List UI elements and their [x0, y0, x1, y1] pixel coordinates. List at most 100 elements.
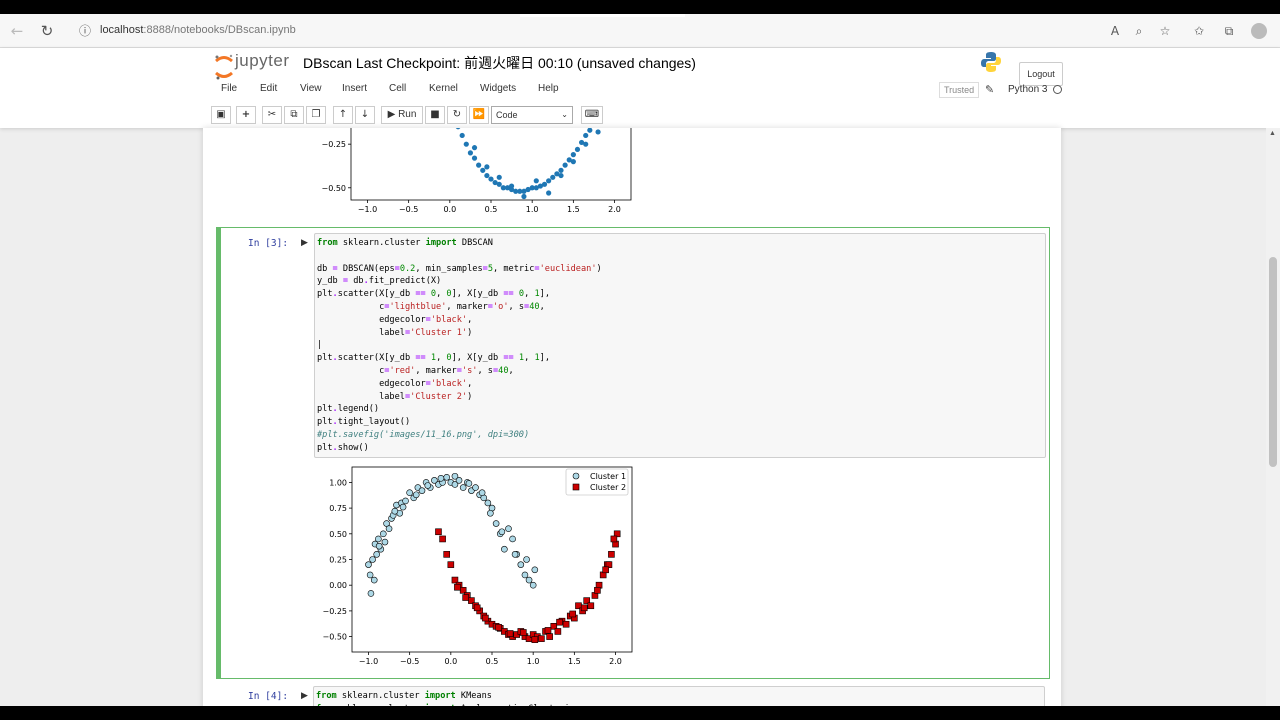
cluster1-point: [459, 484, 467, 491]
data-point: [550, 174, 556, 180]
x-tick-label: −0.5: [399, 205, 418, 214]
x-tick-label: 0.0: [443, 205, 456, 214]
dbscan-output-plot: −1.0 −0.5 0.0 0.5 1.0 1.5 2.0 1.00 0.75 0.50 0.25 0…: [314, 465, 644, 675]
profile-avatar[interactable]: [1251, 23, 1267, 39]
data-point: [476, 162, 482, 168]
data-point: [570, 159, 576, 165]
cluster2-point: [602, 566, 609, 574]
cell4-input[interactable]: from sklearn.cluster import KMeans from …: [313, 686, 1045, 706]
cluster1-point: [517, 561, 525, 568]
cluster1-point: [465, 480, 473, 487]
menu-cell[interactable]: Cell: [389, 83, 406, 94]
address-bar[interactable]: localhost:8888/notebooks/DBscan.ipynb: [100, 24, 296, 36]
cell3-prompt: In [3]:: [248, 238, 289, 249]
cluster1-point: [437, 475, 445, 482]
run-button[interactable]: ▶ Run: [381, 106, 423, 124]
data-point: [546, 178, 552, 184]
data-point: [533, 178, 539, 184]
x-tick-label: 1.0: [526, 205, 539, 214]
move-down-icon[interactable]: ↓: [355, 106, 375, 124]
cluster1-point: [375, 542, 383, 550]
menu-insert[interactable]: Insert: [342, 83, 367, 94]
cluster2-point: [587, 602, 595, 610]
data-point: [595, 129, 601, 135]
read-aloud-icon[interactable]: A: [1106, 22, 1124, 40]
cell-type-select[interactable]: Code ⌄: [491, 106, 573, 124]
jupyter-header: jupyter DBscan Last Checkpoint: 前週火曜日 00…: [0, 48, 1280, 128]
restart-icon[interactable]: ↻: [447, 106, 467, 124]
menu-edit[interactable]: Edit: [260, 83, 277, 94]
data-point: [562, 162, 568, 168]
y-tick-label: 0.00: [329, 581, 347, 590]
cluster1-point: [399, 503, 407, 511]
cluster1-point: [478, 489, 486, 496]
y-tick-label: 0.50: [329, 530, 347, 539]
menu-view[interactable]: View: [300, 83, 322, 94]
y-tick-label: −0.25: [322, 607, 347, 616]
copy-icon[interactable]: ⧉: [284, 106, 304, 124]
cluster1-point: [406, 489, 413, 496]
url-host: localhost: [100, 24, 144, 36]
data-point: [521, 193, 527, 200]
run-cell4-icon[interactable]: ▶: [301, 691, 308, 701]
cluster2-point: [610, 535, 618, 543]
menu-file[interactable]: File: [221, 83, 237, 94]
cluster1-point: [531, 566, 539, 574]
insert-cell-icon[interactable]: +: [236, 106, 256, 124]
code-cell-selected[interactable]: In [3]: ▶ from sklearn.cluster import DB…: [216, 227, 1050, 679]
data-point: [570, 152, 576, 158]
x-tick-label: −1.0: [359, 657, 378, 666]
restart-run-all-icon[interactable]: ⏩: [469, 106, 489, 124]
back-icon[interactable]: ←: [8, 22, 26, 40]
cluster2-point: [519, 629, 527, 636]
cluster1-point: [505, 525, 512, 532]
cell3-input[interactable]: from sklearn.cluster import DBSCAN db = …: [314, 233, 1046, 458]
cluster2-point: [608, 551, 615, 558]
previous-output-plot: −1.0 −0.5 0.0 0.5 1.0 1.5 2.0 −0.25 −0.50: [313, 128, 643, 218]
save-icon[interactable]: ▣: [211, 106, 231, 124]
cluster2-point: [569, 610, 577, 618]
favorites-icon[interactable]: ✩: [1190, 22, 1208, 40]
jupyter-logo-text: jupyter: [235, 51, 290, 70]
menu-help[interactable]: Help: [538, 83, 559, 94]
data-point: [558, 167, 564, 173]
cell3-code: from sklearn.cluster import DBSCAN db = …: [317, 238, 602, 453]
cluster2-point: [544, 627, 552, 634]
cluster2-point: [443, 551, 451, 558]
keyboard-icon[interactable]: ⌨: [581, 106, 603, 124]
cluster1-point: [418, 487, 426, 494]
menu-kernel[interactable]: Kernel: [429, 83, 458, 94]
cut-icon[interactable]: ✂: [262, 106, 282, 124]
cell4-prompt: In [4]:: [248, 691, 289, 702]
x-tick-label: 2.0: [609, 657, 622, 666]
menu-widgets[interactable]: Widgets: [480, 83, 516, 94]
cluster2-point: [580, 604, 588, 612]
reload-icon[interactable]: ↻: [38, 22, 56, 40]
kernel-name[interactable]: Python 3: [1008, 84, 1047, 95]
x-tick-label: 1.0: [527, 657, 540, 666]
info-icon[interactable]: ⓘ: [76, 22, 94, 40]
edit-pencil-icon[interactable]: ✎: [985, 83, 994, 96]
trusted-badge[interactable]: Trusted: [939, 82, 980, 98]
data-point: [467, 150, 474, 156]
favorite-icon[interactable]: ☆: [1156, 22, 1174, 40]
page-scrollbar[interactable]: ▲: [1266, 128, 1280, 706]
collections-icon[interactable]: ⧉: [1220, 22, 1238, 40]
legend-cluster1-marker: [572, 472, 580, 480]
data-point: [484, 164, 490, 170]
y-tick-label: 1.00: [329, 478, 347, 487]
active-tab-indicator: [520, 14, 685, 17]
plot-frame: [350, 128, 632, 201]
scroll-up-icon[interactable]: ▲: [1269, 130, 1276, 137]
cluster1-point: [366, 571, 374, 579]
data-point: [496, 174, 502, 180]
run-cell-icon[interactable]: ▶: [301, 238, 308, 248]
zoom-icon[interactable]: ⌕: [1130, 22, 1148, 40]
paste-icon[interactable]: ❐: [306, 106, 326, 124]
x-tick-label: 0.5: [485, 205, 498, 214]
notebook-title[interactable]: DBscan Last Checkpoint: 前週火曜日 00:10 (uns…: [303, 53, 696, 73]
move-up-icon[interactable]: ↑: [333, 106, 353, 124]
scrollbar-thumb[interactable]: [1269, 257, 1277, 467]
interrupt-icon[interactable]: ■: [425, 106, 445, 124]
x-tick-label: 2.0: [608, 205, 621, 214]
